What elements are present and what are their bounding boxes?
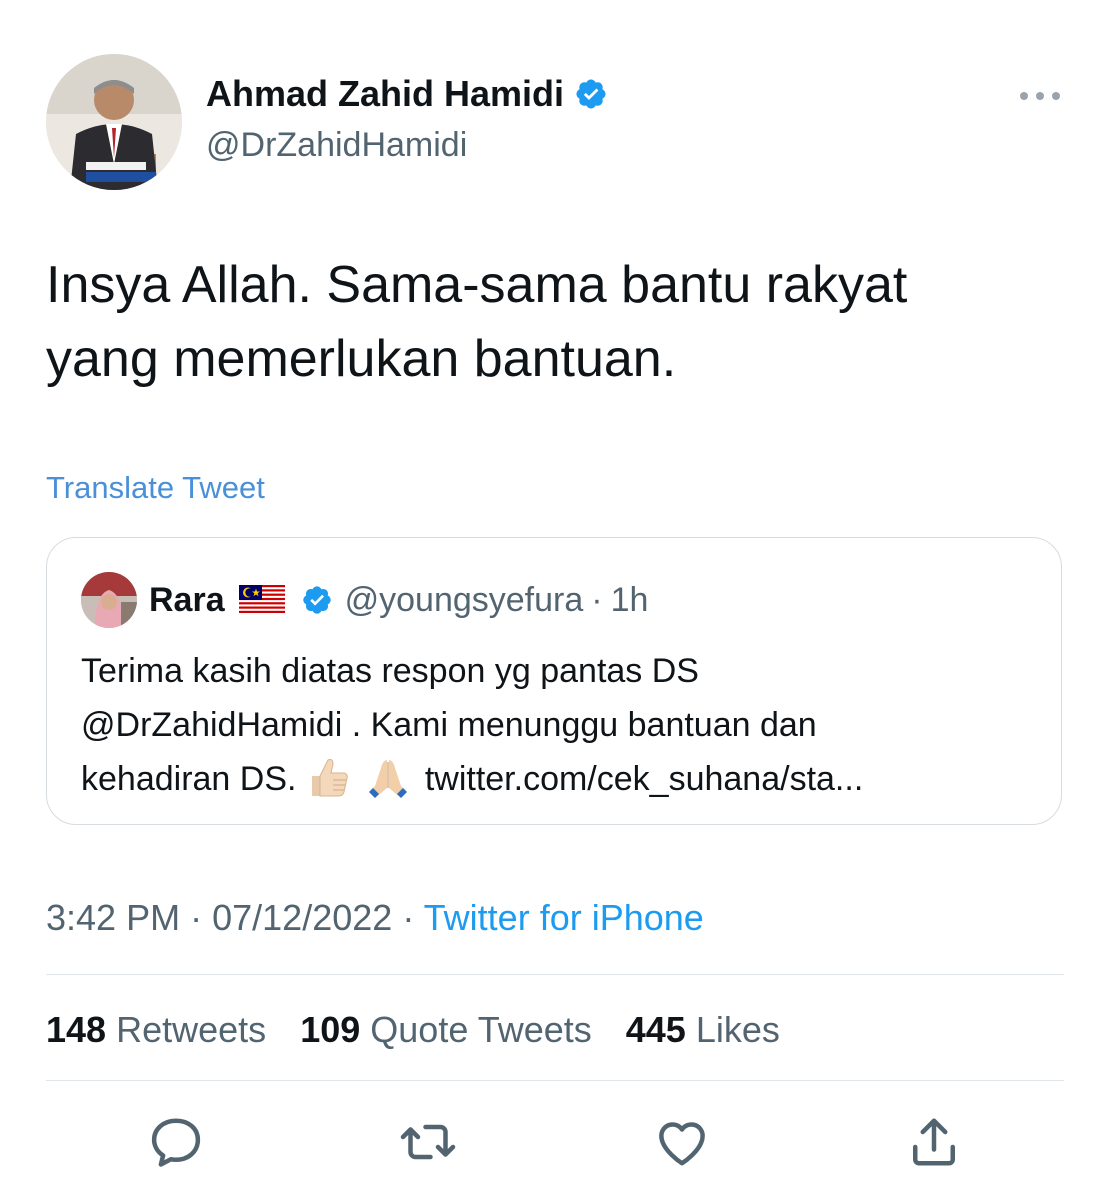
- quoted-avatar-image: [81, 572, 137, 628]
- quoted-text: Terima kasih diatas respon yg pantas DS …: [81, 644, 1041, 806]
- quoted-text-line-3: kehadiran DS. twitter.com/cek_suhana/sta…: [81, 752, 1041, 806]
- quoted-header: Rara @youngsyefura · 1h: [149, 578, 648, 622]
- share-icon[interactable]: [904, 1112, 964, 1172]
- meta-separator-2: ·: [402, 897, 415, 938]
- retweets-label: Retweets: [116, 1009, 267, 1050]
- quoted-text-line-2: @DrZahidHamidi . Kami menunggu bantuan d…: [81, 706, 817, 744]
- quoted-text-line-3-prefix: kehadiran DS.: [81, 760, 297, 798]
- quoted-link[interactable]: twitter.com/cek_suhana/sta...: [425, 760, 863, 798]
- quoted-tweet-card[interactable]: Rara @youngsyefura · 1h Terima kasih dia…: [46, 537, 1062, 825]
- quoted-verified-icon: [301, 584, 333, 616]
- like-icon[interactable]: [652, 1112, 712, 1172]
- author-avatar[interactable]: [46, 54, 182, 190]
- author-display-name[interactable]: Ahmad Zahid Hamidi: [206, 72, 564, 116]
- quoted-separator: ·: [591, 580, 603, 619]
- meta-separator-1: ·: [190, 897, 203, 938]
- retweets-stat[interactable]: 148 Retweets: [46, 1009, 290, 1050]
- flag-malaysia-icon: [238, 585, 285, 615]
- quote-tweets-label: Quote Tweets: [370, 1009, 592, 1050]
- quote-tweets-stat[interactable]: 109 Quote Tweets: [300, 1009, 616, 1050]
- quoted-handle: @youngsyefura: [344, 580, 584, 619]
- tweet-time[interactable]: 3:42 PM: [46, 897, 180, 938]
- tweet-date[interactable]: 07/12/2022: [212, 897, 392, 938]
- quote-tweets-count: 109: [300, 1009, 361, 1050]
- quoted-text-line-1: Terima kasih diatas respon yg pantas DS: [81, 652, 699, 690]
- quoted-age: 1h: [610, 580, 649, 619]
- divider-bottom: [46, 1080, 1064, 1081]
- tweet-meta: 3:42 PM · 07/12/2022 · Twitter for iPhon…: [46, 894, 704, 942]
- author-handle[interactable]: @DrZahidHamidi: [206, 124, 467, 166]
- likes-stat[interactable]: 445 Likes: [626, 1009, 804, 1050]
- likes-count: 445: [625, 1009, 686, 1050]
- retweets-count: 148: [46, 1009, 107, 1050]
- likes-label: Likes: [695, 1009, 780, 1050]
- folded-hands-emoji: [365, 754, 411, 800]
- author-name-row[interactable]: Ahmad Zahid Hamidi: [206, 72, 608, 116]
- retweet-icon[interactable]: [398, 1112, 458, 1172]
- reply-icon[interactable]: [146, 1112, 206, 1172]
- thumbs-up-emoji: [306, 754, 352, 800]
- verified-icon: [574, 77, 608, 111]
- tweet-text: Insya Allah. Sama-sama bantu rakyat yang…: [46, 256, 908, 388]
- more-icon[interactable]: [1016, 80, 1064, 112]
- quoted-author-avatar: [81, 572, 137, 628]
- tweet-stats: 148 Retweets 109 Quote Tweets 445 Likes: [46, 1006, 804, 1054]
- translate-tweet-link[interactable]: Translate Tweet: [46, 468, 265, 508]
- divider-top: [46, 974, 1064, 975]
- quoted-display-name: Rara: [149, 581, 225, 619]
- tweet-source[interactable]: Twitter for iPhone: [424, 897, 704, 938]
- author-avatar-image: [46, 54, 182, 190]
